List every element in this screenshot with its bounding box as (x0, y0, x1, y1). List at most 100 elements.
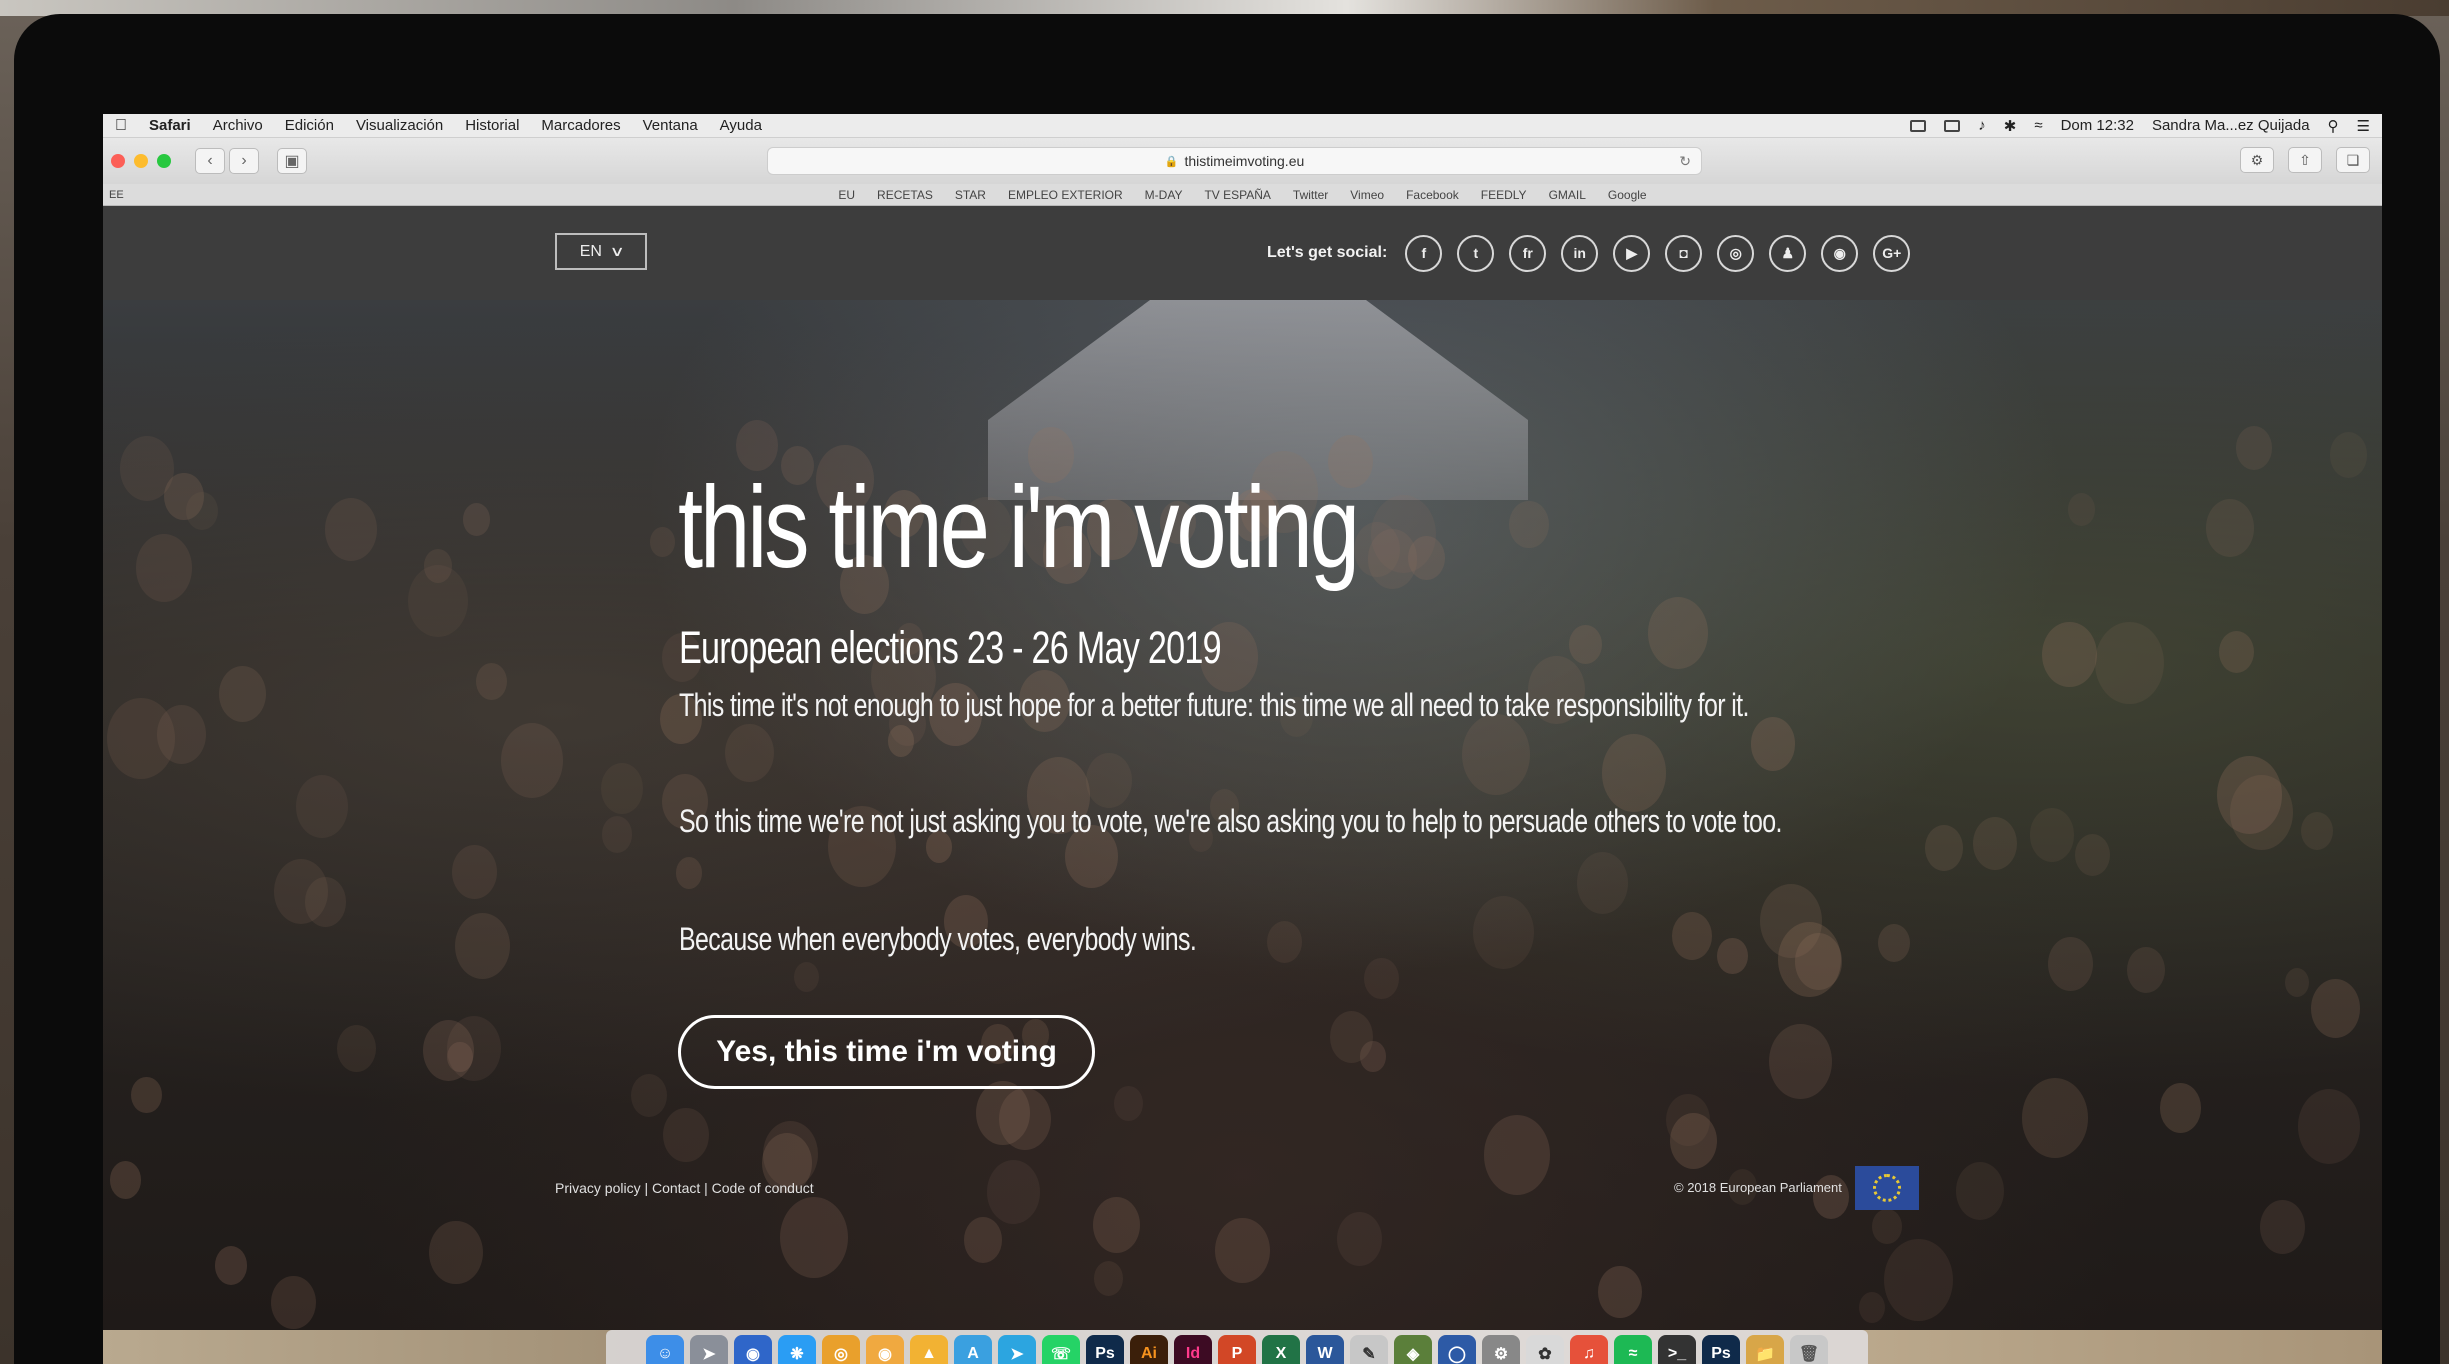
site-header: EN ∨ Let's get social: f t fr in ▶ ◘ ◎ ♟… (103, 206, 2382, 300)
powerpoint-icon[interactable]: P (1218, 1335, 1256, 1364)
bookmark-eu[interactable]: EU (838, 188, 855, 202)
snapchat-icon[interactable]: ♟ (1769, 234, 1807, 272)
hero-subtitle: European elections 23 - 26 May 2019 (679, 622, 1222, 673)
wifi-icon[interactable]: ≈ (2034, 117, 2042, 134)
bookmark-gmail[interactable]: GMAIL (1549, 188, 1586, 202)
hero-paragraph-1: This time it's not enough to just hope f… (679, 687, 1749, 723)
instagram-icon[interactable]: ◘ (1665, 234, 1703, 272)
menu-app-name[interactable]: Safari (149, 117, 191, 134)
close-window-icon[interactable] (111, 154, 125, 168)
system-preferences-icon[interactable]: ⚙ (1482, 1335, 1520, 1364)
chrome-icon[interactable]: ◎ (822, 1335, 860, 1364)
google-plus-icon[interactable]: G+ (1873, 234, 1911, 272)
bookmark-recetas[interactable]: RECETAS (877, 188, 933, 202)
flickr-icon[interactable]: fr (1509, 234, 1547, 272)
settings-icon[interactable]: ⚙ (2240, 147, 2274, 173)
airplay-icon[interactable] (1910, 119, 1927, 132)
menu-archivo[interactable]: Archivo (213, 117, 263, 134)
social-links: Let's get social: f t fr in ▶ ◘ ◎ ♟ ◉ G+ (1267, 233, 1925, 273)
preview-icon[interactable]: ✎ (1350, 1335, 1388, 1364)
twitter-icon[interactable]: t (1457, 234, 1495, 272)
bookmark-reading-list[interactable]: EE (109, 189, 124, 201)
window-controls (111, 154, 171, 168)
photoshop-icon-2[interactable]: Ps (1702, 1335, 1740, 1364)
language-value: EN (579, 242, 602, 260)
address-bar[interactable]: 🔒 thistimeimvoting.eu ↻ (767, 147, 1702, 175)
firefox-icon[interactable]: ◉ (866, 1335, 904, 1364)
sidebar-toggle-icon[interactable]: ▣ (277, 148, 307, 174)
app-store-icon[interactable]: A (954, 1335, 992, 1364)
photoshop-icon[interactable]: Ps (1086, 1335, 1124, 1364)
menu-historial[interactable]: Historial (465, 117, 519, 134)
network-icon[interactable]: ◯ (1438, 1335, 1476, 1364)
menu-ventana[interactable]: Ventana (643, 117, 698, 134)
indesign-icon[interactable]: Id (1174, 1335, 1212, 1364)
bookmark-m-day[interactable]: M-DAY (1145, 188, 1183, 202)
monitor-bezel:  Safari Archivo Edición Visualización H… (14, 14, 2440, 1364)
menu-clock[interactable]: Dom 12:32 (2061, 117, 2134, 134)
vote-cta-button[interactable]: Yes, this time i'm voting (678, 1015, 1095, 1089)
footer-links[interactable]: Privacy policy | Contact | Code of condu… (555, 1180, 814, 1196)
forward-button[interactable]: › (229, 148, 259, 174)
word-icon[interactable]: W (1306, 1335, 1344, 1364)
share-icon[interactable]: ⇧ (2288, 147, 2322, 173)
hero-title: this time i'm voting (678, 462, 1360, 592)
spotify-icon[interactable]: ≈ (1614, 1335, 1652, 1364)
apple-icon[interactable]:  (115, 117, 127, 135)
menu-visualizacion[interactable]: Visualización (356, 117, 443, 134)
spotlight-icon[interactable]: ⚲ (2328, 117, 2339, 135)
back-button[interactable]: ‹ (195, 148, 225, 174)
menu-status-area: ♪ ✱ ≈ Dom 12:32 Sandra Ma...ez Quijada ⚲… (1910, 117, 2370, 135)
linkedin-icon[interactable]: in (1561, 234, 1599, 272)
launchpad-icon[interactable]: ➤ (690, 1335, 728, 1364)
dock: ☺ ➤ ◉ ❋ ◎ ◉ ▲ A ➤ ☏ Ps Ai Id P X W ✎ ◈ ◯… (606, 1330, 1868, 1364)
eu-flag-logo[interactable] (1855, 1166, 1919, 1210)
trash-icon[interactable]: 🗑 (1790, 1335, 1828, 1364)
pinterest-icon[interactable]: ◎ (1717, 234, 1755, 272)
bookmark-tv-espana[interactable]: TV ESPAÑA (1204, 188, 1270, 202)
tabs-overview-icon[interactable]: ❏ (2336, 147, 2370, 173)
hero-paragraph-3: Because when everybody votes, everybody … (679, 921, 1197, 957)
zoom-window-icon[interactable] (157, 154, 171, 168)
minimize-window-icon[interactable] (134, 154, 148, 168)
youtube-icon[interactable]: ▶ (1613, 234, 1651, 272)
bookmark-twitter[interactable]: Twitter (1293, 188, 1328, 202)
photos-icon[interactable]: ✿ (1526, 1335, 1564, 1364)
bookmark-star[interactable]: STAR (955, 188, 986, 202)
illustrator-icon[interactable]: Ai (1130, 1335, 1168, 1364)
finder-icon[interactable]: ☺ (646, 1335, 684, 1364)
browser-toolbar: ‹ › ▣ 🔒 thistimeimvoting.eu ↻ ⚙ ⇧ ❏ (103, 138, 2382, 184)
bookmark-facebook[interactable]: Facebook (1406, 188, 1459, 202)
maps-icon[interactable]: ◈ (1394, 1335, 1432, 1364)
bookmark-empleo-exterior[interactable]: EMPLEO EXTERIOR (1008, 188, 1123, 202)
reddit-icon[interactable]: ◉ (1821, 234, 1859, 272)
menu-ayuda[interactable]: Ayuda (720, 117, 762, 134)
reload-icon[interactable]: ↻ (1679, 153, 1691, 170)
bluetooth-icon[interactable]: ✱ (2004, 117, 2017, 135)
volume-icon[interactable]: ♪ (1978, 117, 1986, 134)
battery-icon[interactable] (1944, 119, 1961, 132)
menu-edicion[interactable]: Edición (285, 117, 334, 134)
hero-paragraph-2: So this time we're not just asking you t… (679, 803, 1782, 839)
menu-bar:  Safari Archivo Edición Visualización H… (103, 114, 2382, 138)
address-bar-url: thistimeimvoting.eu (1184, 153, 1305, 169)
menu-marcadores[interactable]: Marcadores (541, 117, 620, 134)
itunes-icon[interactable]: ♫ (1570, 1335, 1608, 1364)
system-browser-icon[interactable]: ◉ (734, 1335, 772, 1364)
facebook-icon[interactable]: f (1405, 234, 1443, 272)
safari-icon[interactable]: ❋ (778, 1335, 816, 1364)
whatsapp-icon[interactable]: ☏ (1042, 1335, 1080, 1364)
telegram-icon[interactable]: ➤ (998, 1335, 1036, 1364)
bookmark-google[interactable]: Google (1608, 188, 1647, 202)
notification-center-icon[interactable]: ☰ (2357, 117, 2370, 135)
folder-icon[interactable]: 📁 (1746, 1335, 1784, 1364)
bookmarks-bar: EE EU RECETAS STAR EMPLEO EXTERIOR M-DAY… (103, 184, 2382, 206)
bookmark-vimeo[interactable]: Vimeo (1350, 188, 1384, 202)
hero-section: this time i'm voting European elections … (103, 300, 2382, 1330)
vlc-icon[interactable]: ▲ (910, 1335, 948, 1364)
bookmark-feedly[interactable]: FEEDLY (1481, 188, 1527, 202)
terminal-icon[interactable]: >_ (1658, 1335, 1696, 1364)
language-select[interactable]: EN ∨ (555, 233, 647, 270)
excel-icon[interactable]: X (1262, 1335, 1300, 1364)
menu-user[interactable]: Sandra Ma...ez Quijada (2152, 117, 2310, 134)
